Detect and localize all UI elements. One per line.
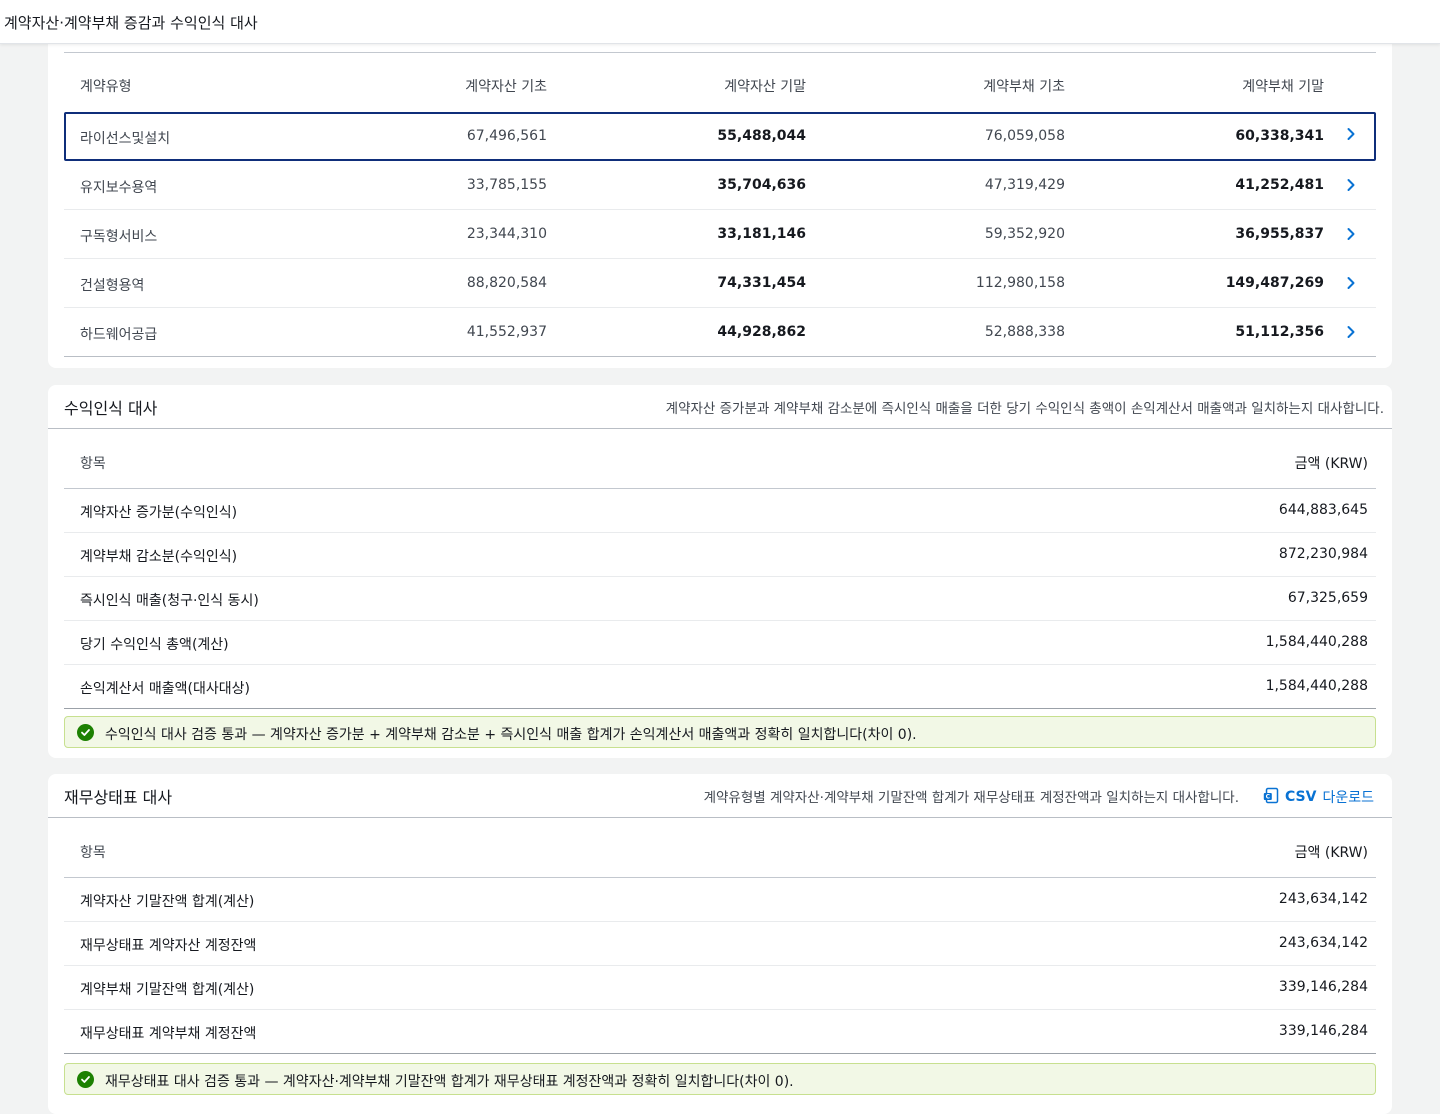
asset-open-cell: 33,785,155 bbox=[466, 177, 547, 193]
row-label: 재무상태표 계약부채 계정잔액 bbox=[80, 1026, 257, 1042]
chevron-right-icon[interactable] bbox=[1346, 126, 1356, 142]
csv-label: CSV bbox=[1285, 789, 1317, 805]
row-amount: 339,146,284 bbox=[1278, 979, 1368, 995]
table-row: 계약자산 기말잔액 합계(계산) 243,634,142 bbox=[64, 878, 1376, 922]
alert-message: 수익인식 대사 검증 통과 — 계약자산 증가분 + 계약부채 감소분 + 즉시… bbox=[105, 727, 917, 743]
contract-type-cell: 하드웨어공급 bbox=[80, 327, 158, 343]
chevron-right-icon[interactable] bbox=[1346, 177, 1356, 193]
row-amount: 644,883,645 bbox=[1278, 502, 1368, 518]
row-label: 즉시인식 매출(청구·인식 동시) bbox=[80, 593, 259, 609]
table-row: 계약부채 감소분(수익인식) 872,230,984 bbox=[64, 533, 1376, 577]
table-row: 계약자산 증가분(수익인식) 644,883,645 bbox=[64, 489, 1376, 533]
row-label: 당기 수익인식 총액(계산) bbox=[80, 637, 229, 653]
liab-open-cell: 59,352,920 bbox=[984, 226, 1065, 242]
table-row: 재무상태표 계약부채 계정잔액 339,146,284 bbox=[64, 1010, 1376, 1054]
row-amount: 1,584,440,288 bbox=[1265, 678, 1368, 694]
contract-type-cell: 유지보수용역 bbox=[80, 180, 158, 196]
liab-open-cell: 112,980,158 bbox=[975, 275, 1065, 291]
liab-open-cell: 47,319,429 bbox=[984, 177, 1065, 193]
col-liab-close: 계약부채 기말 bbox=[1242, 79, 1324, 95]
row-amount: 67,325,659 bbox=[1287, 590, 1368, 606]
revenue-table-header: 항목 금액 (KRW) bbox=[64, 429, 1376, 489]
liab-close-cell: 51,112,356 bbox=[1235, 324, 1324, 340]
table-row: 손익계산서 매출액(대사대상) 1,584,440,288 bbox=[64, 665, 1376, 709]
row-label: 계약자산 증가분(수익인식) bbox=[80, 505, 238, 521]
row-label: 손익계산서 매출액(대사대상) bbox=[80, 681, 250, 697]
table-row: 계약부채 기말잔액 합계(계산) 339,146,284 bbox=[64, 966, 1376, 1010]
svg-text:C: C bbox=[1266, 793, 1271, 800]
contract-type-cell: 건설형용역 bbox=[80, 278, 145, 294]
bs-recon-description: 계약유형별 계약자산·계약부채 기말잔액 합계가 재무상태표 계정잔액과 일치하… bbox=[703, 790, 1239, 806]
col-asset-close: 계약자산 기말 bbox=[724, 79, 806, 95]
row-amount: 243,634,142 bbox=[1278, 891, 1368, 907]
asset-open-cell: 41,552,937 bbox=[466, 324, 547, 340]
row-amount: 243,634,142 bbox=[1278, 935, 1368, 951]
bs-recon-success-alert: 재무상태표 대사 검증 통과 — 계약자산·계약부채 기말잔액 합계가 재무상태… bbox=[64, 1063, 1376, 1095]
page-title: 계약자산·계약부채 증감과 수익인식 대사 bbox=[4, 14, 258, 32]
liab-close-cell: 60,338,341 bbox=[1235, 128, 1324, 144]
col-contract-type: 계약유형 bbox=[80, 79, 132, 95]
bs-recon-panel: 재무상태표 대사 계약유형별 계약자산·계약부채 기말잔액 합계가 재무상태표 … bbox=[48, 774, 1392, 1114]
row-amount: 339,146,284 bbox=[1278, 1023, 1368, 1039]
table-row[interactable]: 구독형서비스 23,344,310 33,181,146 59,352,920 36,9… bbox=[64, 210, 1376, 259]
liab-close-cell: 41,252,481 bbox=[1235, 177, 1324, 193]
col-liab-open: 계약부채 기초 bbox=[983, 79, 1065, 95]
col-item: 항목 bbox=[80, 456, 106, 472]
table-row: 즉시인식 매출(청구·인식 동시) 67,325,659 bbox=[64, 577, 1376, 621]
contract-balance-panel: 계약유형 계약자산 기초 계약자산 기말 계약부채 기초 계약부채 기말 라이선… bbox=[48, 20, 1392, 368]
asset-close-cell: 74,331,454 bbox=[717, 275, 806, 291]
col-amount: 금액 (KRW) bbox=[1294, 456, 1368, 472]
asset-close-cell: 44,928,862 bbox=[717, 324, 806, 340]
table-row[interactable]: 라이선스및설치 67,496,561 55,488,044 76,059,058 60,… bbox=[64, 112, 1376, 161]
asset-close-cell: 33,181,146 bbox=[717, 226, 806, 242]
revenue-recon-panel: 수익인식 대사 계약자산 증가분과 계약부채 감소분에 즉시인식 매출을 더한 … bbox=[48, 385, 1392, 758]
asset-open-cell: 88,820,584 bbox=[466, 275, 547, 291]
col-asset-open: 계약자산 기초 bbox=[465, 79, 547, 95]
row-label: 계약부채 감소분(수익인식) bbox=[80, 549, 238, 565]
csv-download-button[interactable]: C CSV 다운로드 bbox=[1263, 786, 1374, 808]
bs-recon-title: 재무상태표 대사 bbox=[64, 788, 173, 807]
alert-message: 재무상태표 대사 검증 통과 — 계약자산·계약부채 기말잔액 합계가 재무상태… bbox=[105, 1074, 794, 1090]
check-circle-icon bbox=[77, 724, 94, 741]
asset-open-cell: 23,344,310 bbox=[466, 226, 547, 242]
revenue-recon-success-alert: 수익인식 대사 검증 통과 — 계약자산 증가분 + 계약부채 감소분 + 즉시… bbox=[64, 716, 1376, 748]
check-circle-icon bbox=[77, 1071, 94, 1088]
table-row: 당기 수익인식 총액(계산) 1,584,440,288 bbox=[64, 621, 1376, 665]
table-row[interactable]: 하드웨어공급 41,552,937 44,928,862 52,888,338 51,1… bbox=[64, 308, 1376, 357]
contract-type-cell: 라이선스및설치 bbox=[80, 131, 171, 147]
chevron-right-icon[interactable] bbox=[1346, 275, 1356, 291]
chevron-right-icon[interactable] bbox=[1346, 226, 1356, 242]
liab-close-cell: 36,955,837 bbox=[1235, 226, 1324, 242]
row-amount: 872,230,984 bbox=[1278, 546, 1368, 562]
download-label: 다운로드 bbox=[1322, 790, 1374, 806]
contract-type-cell: 구독형서비스 bbox=[80, 229, 158, 245]
bs-table-header: 항목 금액 (KRW) bbox=[64, 818, 1376, 878]
liab-open-cell: 76,059,058 bbox=[984, 128, 1065, 144]
col-item: 항목 bbox=[80, 845, 106, 861]
asset-close-cell: 35,704,636 bbox=[717, 177, 806, 193]
table-row[interactable]: 유지보수용역 33,785,155 35,704,636 47,319,429 41,2… bbox=[64, 161, 1376, 210]
col-amount: 금액 (KRW) bbox=[1294, 845, 1368, 861]
table-row[interactable]: 건설형용역 88,820,584 74,331,454 112,980,158 149,… bbox=[64, 259, 1376, 308]
contract-table-header: 계약유형 계약자산 기초 계약자산 기말 계약부채 기초 계약부채 기말 bbox=[64, 53, 1376, 112]
revenue-recon-description: 계약자산 증가분과 계약부채 감소분에 즉시인식 매출을 더한 당기 수익인식 … bbox=[665, 401, 1384, 417]
row-amount: 1,584,440,288 bbox=[1265, 634, 1368, 650]
liab-close-cell: 149,487,269 bbox=[1225, 275, 1324, 291]
row-label: 계약자산 기말잔액 합계(계산) bbox=[80, 894, 255, 910]
row-label: 계약부채 기말잔액 합계(계산) bbox=[80, 982, 255, 998]
liab-open-cell: 52,888,338 bbox=[984, 324, 1065, 340]
asset-open-cell: 67,496,561 bbox=[466, 128, 547, 144]
table-row: 재무상태표 계약자산 계정잔액 243,634,142 bbox=[64, 922, 1376, 966]
chevron-right-icon[interactable] bbox=[1346, 324, 1356, 340]
revenue-recon-title: 수익인식 대사 bbox=[64, 399, 158, 418]
download-file-icon: C bbox=[1263, 787, 1279, 808]
row-label: 재무상태표 계약자산 계정잔액 bbox=[80, 938, 257, 954]
asset-close-cell: 55,488,044 bbox=[717, 128, 806, 144]
top-bar: 계약자산·계약부채 증감과 수익인식 대사 bbox=[0, 0, 1440, 44]
